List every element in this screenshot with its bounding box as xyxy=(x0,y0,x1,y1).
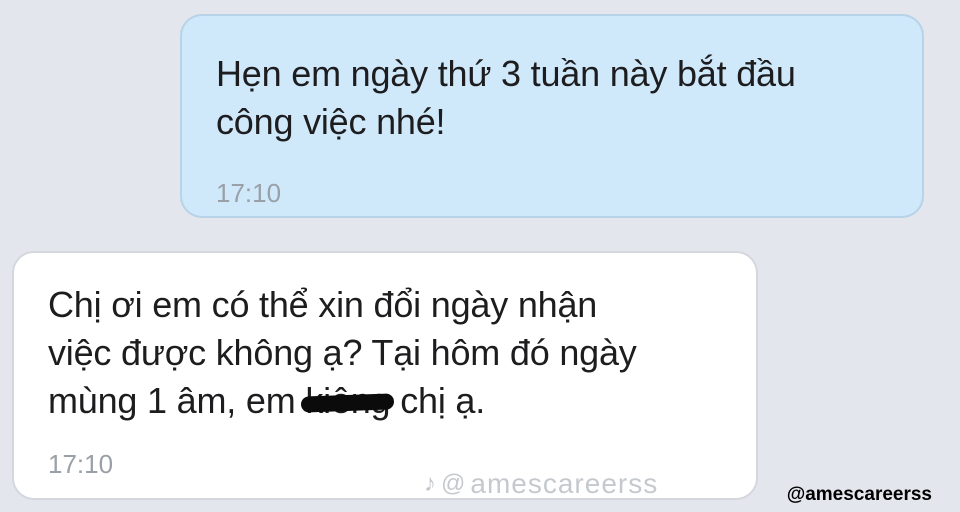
scribbled-word: kiêng xyxy=(301,380,395,421)
account-handle: @amescareerss xyxy=(786,484,932,505)
scribble-mark xyxy=(301,393,395,413)
message-timestamp: 17:10 xyxy=(216,178,282,208)
received-message-bubble[interactable]: Chị ơi em có thể xin đổi ngày nhận việc … xyxy=(12,251,758,500)
message-line: mùng 1 âm, em kiêng chị ạ. xyxy=(48,377,722,425)
message-line: công việc nhé! xyxy=(216,101,446,142)
message-line: việc được không ạ? Tại hôm đó ngày xyxy=(48,332,637,373)
message-line: Chị ơi em có thể xin đổi ngày nhận xyxy=(48,284,598,325)
chat-thread: Hẹn em ngày thứ 3 tuần này bắt đầu công … xyxy=(0,0,960,512)
message-line-end: chị ạ. xyxy=(390,380,486,421)
message-line-start: mùng 1 âm, em xyxy=(48,380,306,421)
message-line: Hẹn em ngày thứ 3 tuần này bắt đầu xyxy=(216,53,796,94)
watermark-text: amescareerss xyxy=(470,468,659,499)
watermark-at: @ xyxy=(441,470,467,497)
tiktok-watermark: ♪ @ amescareerss xyxy=(424,468,658,500)
message-text: Hẹn em ngày thứ 3 tuần này bắt đầu công … xyxy=(216,50,888,146)
sent-message-bubble[interactable]: Hẹn em ngày thứ 3 tuần này bắt đầu công … xyxy=(180,14,924,218)
message-text: Chị ơi em có thể xin đổi ngày nhận việc … xyxy=(48,281,722,425)
tiktok-icon: ♪ xyxy=(424,470,437,497)
